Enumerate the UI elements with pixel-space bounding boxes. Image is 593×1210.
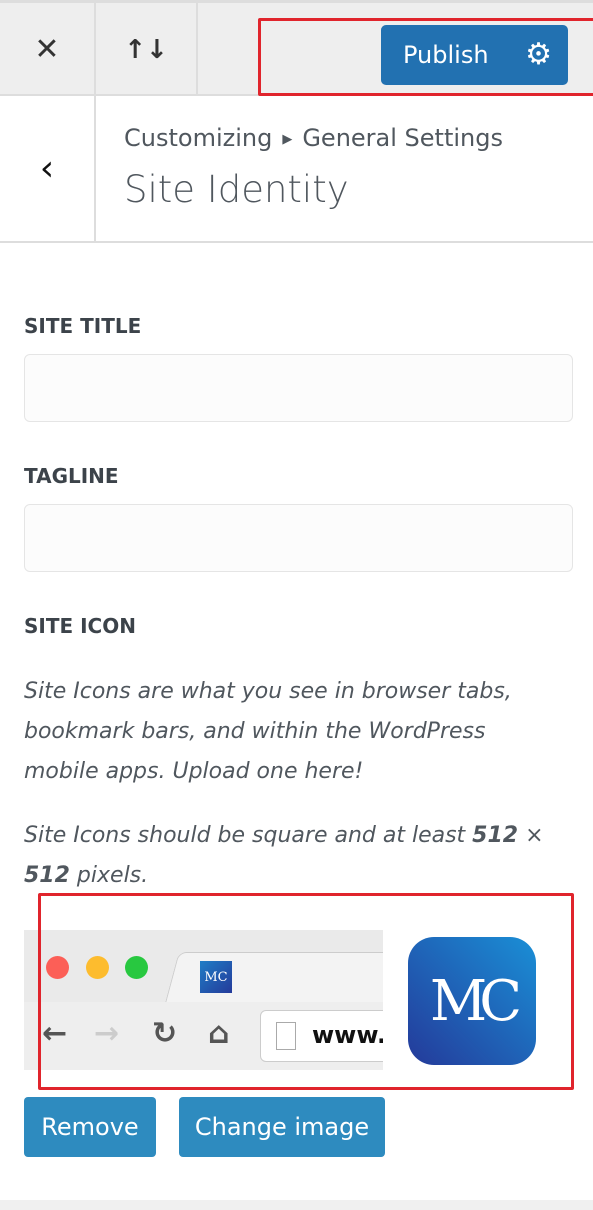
site-icon-description: Site Icons are what you see in browser t…: [24, 679, 512, 784]
back-button[interactable]: ‹: [0, 96, 96, 241]
size-x: ×: [518, 823, 544, 848]
breadcrumb: Customizing ▶ General Settings: [124, 124, 503, 152]
page-title: Site Identity: [124, 168, 349, 211]
tagline-input[interactable]: [24, 504, 573, 572]
site-title-input[interactable]: [24, 354, 573, 422]
section-header: ‹ Customizing ▶ General Settings Site Iden…: [0, 96, 593, 243]
chevron-left-icon: ‹: [39, 148, 55, 189]
close-icon: ✕: [34, 32, 60, 67]
size-height: 512: [24, 863, 70, 888]
arrows-up-down-icon: ↑↓: [124, 34, 168, 65]
reorder-button[interactable]: ↑↓: [96, 3, 198, 96]
breadcrumb-root: Customizing: [124, 124, 273, 152]
site-title-label: SITE TITLE: [24, 314, 142, 338]
annotation-box: [258, 18, 593, 96]
close-button[interactable]: ✕: [0, 3, 96, 96]
site-icon-label: SITE ICON: [24, 614, 136, 638]
triangle-right-icon: ▶: [282, 131, 293, 147]
size-width: 512: [472, 823, 519, 848]
site-icon-size-note: Site Icons should be square and at least…: [24, 816, 564, 896]
size-prefix: Site Icons should be square and at least: [24, 823, 473, 848]
breadcrumb-current: General Settings: [302, 124, 503, 152]
change-image-button[interactable]: Change image: [179, 1097, 385, 1157]
footer-bar: [0, 1200, 593, 1210]
remove-button[interactable]: Remove: [24, 1097, 156, 1157]
size-suffix: pixels.: [69, 863, 149, 888]
annotation-box: [38, 893, 574, 1090]
tagline-label: TAGLINE: [24, 464, 119, 488]
